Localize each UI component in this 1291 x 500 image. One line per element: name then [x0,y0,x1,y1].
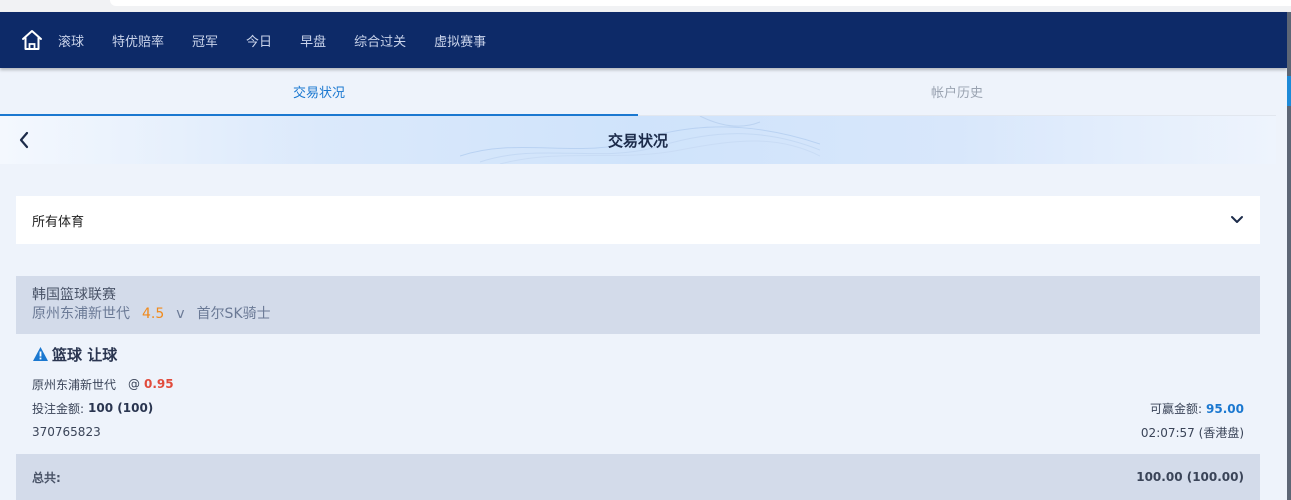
win-label: 可赢金额: [1149,401,1203,416]
nav-item-parlay[interactable]: 综合过关 [354,31,406,50]
bet-title: 篮球 让球 [32,344,1244,364]
scrollbar-accent [1287,76,1291,106]
chevron-down-icon [1231,216,1243,223]
ticket-row: 370765823 02:07:57 (香港盘) [32,420,1244,444]
odds-value: 0.95 [144,377,174,391]
selection-team: 原州东浦新世代 [32,377,117,392]
league-header: 韩国篮球联赛 原州东浦新世代 4.5 v 首尔SK骑士 [16,276,1260,334]
selection-row: 原州东浦新世代 @ 0.95 [32,372,1244,396]
total-row: 总共: 100.00 (100.00) [16,454,1260,500]
total-value: 100.00 (100.00) [1136,470,1244,484]
tab-bar: 交易状况 帐户历史 [0,68,1276,116]
home-team: 原州东浦新世代 [32,306,130,322]
tab-transaction-status[interactable]: 交易状况 [0,68,638,116]
league-name: 韩国篮球联赛 [32,287,116,303]
page-header-banner: 交易状况 [0,116,1276,164]
nav-item-special-odds[interactable]: 特优赔率 [112,31,164,50]
versus-label: v [176,306,185,322]
sport-filter-dropdown[interactable]: 所有体育 [16,196,1260,244]
page-title: 交易状况 [607,131,668,150]
stake-label: 投注金额: [32,401,85,416]
warning-icon [33,347,48,361]
chevron-left-icon [19,131,29,149]
stake-value: 100 (100) [88,401,154,415]
main-navbar: 滚球 特优赔率 冠军 今日 早盘 综合过关 虚拟赛事 [0,12,1287,68]
nav-item-outright[interactable]: 冠军 [192,31,218,50]
handicap-value: 4.5 [142,306,165,322]
potential-win: 可赢金额: 95.00 [1150,400,1244,417]
top-strip-bar [110,0,1291,6]
ticket-id: 370765823 [32,425,101,439]
nav-item-today[interactable]: 今日 [246,31,272,50]
stake-row: 投注金额: 100 (100) 可赢金额: 95.00 [32,396,1244,420]
bet-type: 篮球 让球 [52,345,118,364]
home-icon[interactable] [19,27,45,53]
tab-account-history[interactable]: 帐户历史 [638,68,1276,116]
total-label: 总共: [32,470,61,485]
bet-time: 02:07:57 (香港盘) [1140,425,1244,440]
nav-item-virtual[interactable]: 虚拟赛事 [434,31,486,50]
matchup: 原州东浦新世代 4.5 v 首尔SK骑士 [32,304,1244,324]
nav-item-live[interactable]: 滚球 [58,31,84,50]
away-team: 首尔SK骑士 [196,306,271,322]
back-button[interactable] [14,128,34,152]
at-symbol: @ [128,377,141,391]
page-scrollbar[interactable] [1287,12,1291,500]
nav-item-early[interactable]: 早盘 [300,31,326,50]
sport-filter-value: 所有体育 [32,214,85,230]
win-value: 95.00 [1206,401,1244,416]
browser-top-strip [0,0,1291,12]
bet-card: 篮球 让球 原州东浦新世代 @ 0.95 投注金额: 100 (100) 可赢金… [16,334,1260,454]
